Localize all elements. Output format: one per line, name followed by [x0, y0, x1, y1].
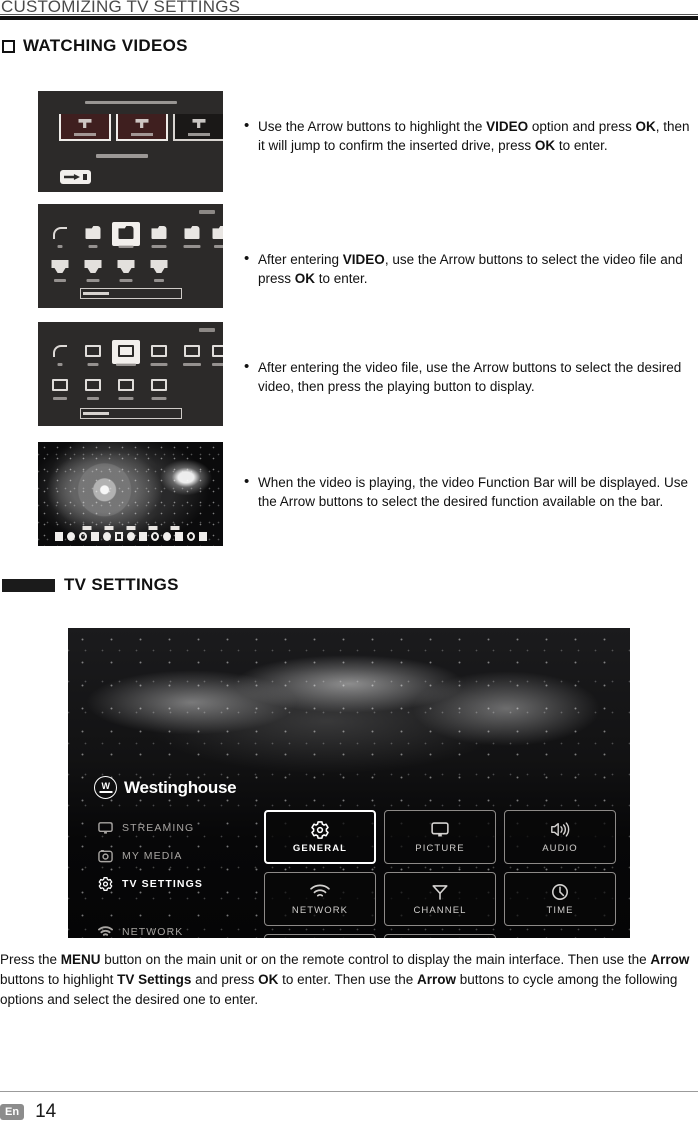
- body-paragraph: Press the MENU button on the main unit o…: [0, 950, 698, 1010]
- footer-rule: [0, 1091, 698, 1092]
- function-bar-item[interactable]: [198, 532, 207, 541]
- monitor-icon: [431, 821, 449, 839]
- tile-label: PICTURE: [415, 842, 465, 854]
- tv-settings-screenshot: W Westinghouse STREAMING MY MEDIA TV SET…: [68, 628, 630, 938]
- language-badge: En: [0, 1104, 25, 1120]
- section-title: TV SETTINGS: [64, 575, 179, 594]
- function-bar-item[interactable]: [150, 532, 159, 541]
- step-text-4: • When the video is playing, the video F…: [244, 473, 694, 511]
- tile-network[interactable]: NETWORK: [264, 872, 376, 926]
- video-function-bar: [54, 532, 207, 541]
- running-head: CUSTOMIZING TV SETTINGS: [0, 0, 698, 20]
- function-bar-item[interactable]: [186, 532, 195, 541]
- sidebar-item-streaming[interactable]: STREAMING: [98, 814, 248, 842]
- galaxy-video-frame: [38, 442, 223, 546]
- section-heading-watching-videos: WATCHING VIDEOS: [2, 36, 188, 56]
- sidebar-item-label: TV SETTINGS: [122, 878, 203, 890]
- browser-progress-bar: [80, 288, 182, 299]
- brand-name: Westinghouse: [124, 777, 237, 797]
- tile-general[interactable]: GENERAL: [264, 810, 376, 864]
- video-folder-browser-screen: [38, 204, 223, 308]
- function-bar-item[interactable]: [114, 532, 123, 541]
- wifi-icon: [98, 925, 113, 938]
- function-bar-item[interactable]: [102, 532, 111, 541]
- function-bar-item[interactable]: [174, 532, 183, 541]
- gear-icon: [98, 877, 113, 891]
- westinghouse-logo-icon: W: [94, 776, 117, 799]
- tile-label: AUDIO: [542, 842, 578, 854]
- function-bar-item[interactable]: [78, 532, 87, 541]
- sidebar-item-label: MY MEDIA: [122, 850, 183, 862]
- video-playback-function-bar-screen: [38, 442, 223, 546]
- camera-icon: [98, 849, 113, 863]
- step-text-3-content: After entering the video file, use the A…: [258, 360, 682, 394]
- function-bar-item[interactable]: [138, 532, 147, 541]
- bullet-dot: •: [244, 358, 250, 375]
- function-bar-item[interactable]: [126, 532, 135, 541]
- tile-play[interactable]: [384, 934, 496, 938]
- page-footer: En 14: [0, 1101, 56, 1123]
- tv-settings-tile-grid: GENERAL PICTURE AUDIO NETWORK CHANNEL TI…: [264, 810, 616, 938]
- step-text-4-content: When the video is playing, the video Fun…: [258, 475, 688, 509]
- tile-time[interactable]: TIME: [504, 872, 616, 926]
- bullet-dot: •: [244, 117, 250, 134]
- tile-label: GENERAL: [292, 842, 348, 854]
- video-file-list-screen: [38, 322, 223, 426]
- sidebar-item-label: NETWORK: [122, 926, 184, 938]
- step-text-2-content: After entering VIDEO, use the Arrow butt…: [258, 252, 683, 286]
- usb-tile-video: [116, 114, 168, 141]
- tile-channel[interactable]: CHANNEL: [384, 872, 496, 926]
- wifi-icon: [310, 883, 330, 901]
- tv-sidebar-nav: STREAMING MY MEDIA TV SETTINGS NETWORK: [98, 814, 248, 938]
- manual-page: CUSTOMIZING TV SETTINGS WATCHING VIDEOS …: [0, 0, 698, 1140]
- clock-icon: [551, 883, 569, 901]
- square-outline-marker-icon: [2, 39, 15, 53]
- function-bar-item[interactable]: [54, 532, 63, 541]
- step-text-1-content: Use the Arrow buttons to highlight the V…: [258, 119, 690, 153]
- tile-audio[interactable]: AUDIO: [504, 810, 616, 864]
- usb-drive-badge-icon: [60, 170, 91, 184]
- usb-tile-music: [173, 114, 223, 141]
- bullet-dot: •: [244, 250, 250, 267]
- tile-label: CHANNEL: [413, 904, 467, 916]
- usb-source-select-screen: [38, 91, 223, 192]
- sidebar-item-network[interactable]: NETWORK: [98, 918, 248, 938]
- step-text-1: • Use the Arrow buttons to highlight the…: [244, 117, 694, 155]
- page-number: 14: [35, 1101, 57, 1122]
- monitor-icon: [98, 821, 113, 835]
- browser-progress-bar: [80, 408, 182, 419]
- running-head-rule: [0, 14, 698, 20]
- function-bar-item[interactable]: [90, 532, 99, 541]
- step-text-3: • After entering the video file, use the…: [244, 358, 694, 396]
- tile-label: NETWORK: [291, 904, 349, 916]
- function-bar-item[interactable]: [162, 532, 171, 541]
- gear-icon: [311, 820, 329, 839]
- sidebar-item-tv-settings[interactable]: TV SETTINGS: [98, 870, 248, 898]
- function-bar-highlight: [82, 526, 179, 530]
- function-bar-item[interactable]: [66, 532, 75, 541]
- speaker-icon: [550, 821, 570, 839]
- bullet-dot: •: [244, 473, 250, 490]
- tile-lock[interactable]: [264, 934, 376, 938]
- section-heading-tv-settings: TV SETTINGS: [2, 575, 179, 595]
- sidebar-item-my-media[interactable]: MY MEDIA: [98, 842, 248, 870]
- solid-block-marker-icon: [2, 578, 55, 592]
- westinghouse-brand: W Westinghouse: [94, 776, 237, 799]
- body-paragraph-content: Press the MENU button on the main unit o…: [0, 952, 690, 1007]
- tile-label: TIME: [546, 904, 574, 916]
- step-text-2: • After entering VIDEO, use the Arrow bu…: [244, 250, 694, 288]
- antenna-icon: [431, 883, 449, 901]
- tile-picture[interactable]: PICTURE: [384, 810, 496, 864]
- usb-tile-photo: [59, 114, 111, 141]
- sidebar-item-label: STREAMING: [122, 822, 195, 834]
- section-title: WATCHING VIDEOS: [23, 36, 188, 55]
